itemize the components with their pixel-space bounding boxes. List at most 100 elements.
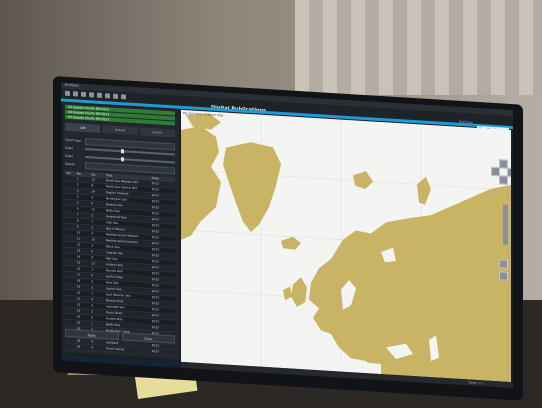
table-cell [65, 248, 76, 254]
left-panel: UK Update Charts NM 2023 UK Update Chart… [63, 102, 179, 360]
table-cell: 8 [91, 255, 94, 260]
table-cell: 1 [91, 267, 94, 272]
publications-table: Sel No. Ed. Title Date 1 12 North Sea West… [65, 170, 175, 357]
zoom-slider[interactable] [503, 204, 508, 245]
table-cell [65, 254, 76, 260]
chart-list: UK Update Charts NM 2023 UK Update Chart… [65, 104, 175, 126]
pan-down-button[interactable] [499, 175, 508, 185]
north-up-button[interactable] [499, 271, 508, 281]
curtain [295, 0, 542, 95]
table-cell: 24 [76, 314, 81, 319]
table-cell: 19 [76, 284, 81, 289]
open-icon[interactable] [73, 91, 78, 97]
window-title: Endlose [65, 82, 79, 88]
table-cell: 8 [91, 315, 94, 320]
tab-details[interactable]: Details [102, 125, 138, 136]
table-cell: 3 [76, 188, 79, 193]
table-cell [65, 278, 76, 284]
table-cell [65, 230, 76, 236]
table-cell: 20 [76, 290, 81, 295]
table-cell: 4 [91, 231, 94, 236]
help-icon[interactable] [121, 94, 126, 100]
table-cell: 29 [76, 344, 81, 349]
table-cell: 2 [76, 182, 79, 187]
table-cell: 10 [91, 237, 95, 242]
save-icon[interactable] [81, 91, 86, 98]
table-cell: 28 [76, 338, 81, 343]
table-cell: 7 [76, 212, 79, 217]
measure-button[interactable] [499, 259, 508, 269]
landmass-iceland [281, 236, 301, 250]
filter-label: Search [65, 161, 76, 167]
table-cell: 12 [91, 261, 95, 266]
refresh-icon[interactable] [97, 92, 102, 98]
table-cell [65, 218, 76, 224]
table-cell [65, 188, 76, 194]
table-cell: 8 [91, 183, 94, 188]
landmass-ireland [283, 286, 292, 301]
table-cell: 17 [76, 272, 81, 277]
table-cell [65, 260, 76, 266]
table-cell: 9 [91, 273, 94, 278]
table-cell [65, 308, 76, 314]
home-icon[interactable] [65, 90, 70, 97]
table-cell: 11 [91, 207, 95, 212]
filter-label: Scale [65, 153, 74, 159]
table-cell: 10 [76, 230, 81, 235]
panel-tabs: List Details Export [65, 122, 175, 138]
table-cell: 22 [76, 302, 81, 307]
table-cell: 9 [91, 339, 94, 344]
landmass-svalbard [353, 171, 373, 190]
table-cell [65, 272, 76, 278]
print-icon[interactable] [89, 92, 94, 98]
table-cell [65, 242, 76, 248]
table-cell: 7 [91, 291, 94, 296]
table-cell: 5 [76, 200, 79, 205]
chart-map[interactable]: My Sea Area / Custom Map [181, 109, 511, 383]
zoom-readout: Zoom 1:1 [468, 380, 483, 386]
table-cell: 6 [91, 303, 94, 308]
landmass-novaya-zemlya [417, 176, 431, 205]
table-cell: 14 [76, 254, 81, 259]
table-cell: 2 [91, 309, 94, 314]
table-cell: 4 [91, 345, 94, 350]
screen: Endlose Digital Publications Settings Da… [61, 82, 513, 389]
table-cell: 23 [76, 308, 81, 313]
table-cell: 2 [91, 243, 94, 248]
layers-icon[interactable] [105, 93, 110, 99]
table-cell: 4 [76, 194, 79, 199]
map-graphic [181, 113, 511, 383]
table-cell: 12 [91, 177, 95, 182]
table-cell [65, 338, 76, 344]
filter-panel: Chart type Scale Scale Search [65, 137, 175, 176]
table-cell [65, 224, 76, 230]
table-cell [65, 176, 76, 182]
table-cell [65, 314, 76, 320]
table-cell [65, 200, 76, 206]
table-cell [65, 344, 76, 350]
table-cell: 3 [91, 279, 94, 284]
table-cell: 25 [76, 320, 81, 325]
table-cell: 6 [91, 249, 94, 254]
landmass-canada [181, 126, 221, 240]
table-cell [65, 290, 76, 296]
table-cell [65, 236, 76, 242]
table-cell: 6 [76, 206, 79, 211]
table-cell: 1 [91, 321, 94, 326]
table-cell: 8 [76, 218, 79, 223]
table-cell: 12 [76, 242, 81, 247]
table-cell [65, 212, 76, 218]
table-cell: 11 [76, 236, 81, 241]
tab-export[interactable]: Export [139, 127, 175, 138]
landmass-greenland [223, 142, 281, 233]
table-cell: 21 [76, 296, 81, 301]
tab-list[interactable]: List [65, 122, 101, 133]
table-cell [65, 296, 76, 302]
settings-icon[interactable] [113, 93, 118, 99]
table-cell: 5 [91, 213, 94, 218]
table-cell: 9 [76, 224, 79, 229]
table-cell [65, 194, 76, 200]
table-cell: 5 [91, 285, 94, 290]
table-cell: 6 [91, 195, 94, 200]
table-cell [65, 266, 76, 272]
